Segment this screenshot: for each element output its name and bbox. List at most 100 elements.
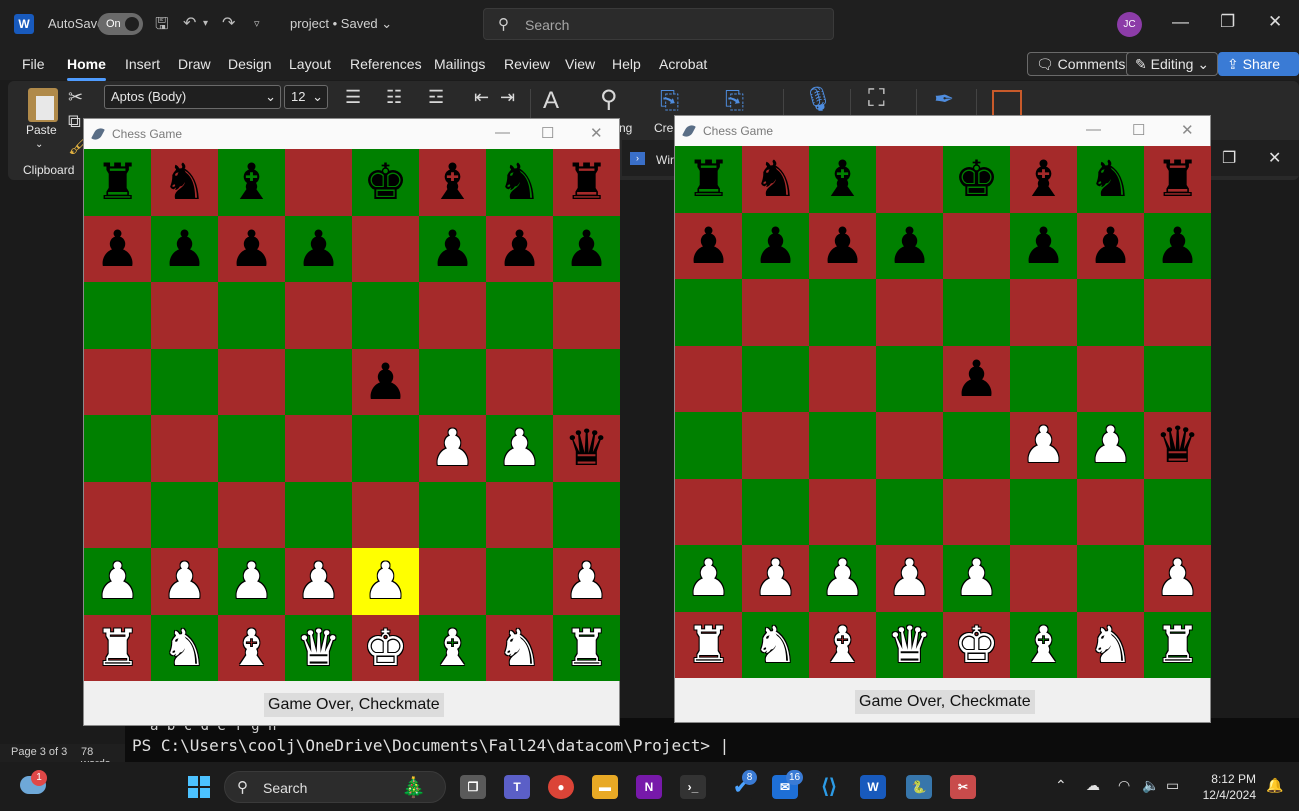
square-c5[interactable]	[218, 348, 285, 415]
square-f7[interactable]: ♟	[419, 215, 486, 282]
square-e8[interactable]: ♚	[943, 146, 1010, 213]
snipping-tool-icon[interactable]: ✂	[950, 775, 976, 799]
square-h5[interactable]	[553, 348, 620, 415]
square-b4[interactable]	[151, 415, 218, 482]
square-g6[interactable]	[1077, 279, 1144, 346]
square-b7[interactable]: ♟	[151, 215, 218, 282]
find-icon[interactable]: ⚲	[600, 85, 618, 114]
tab-insert[interactable]: Insert	[125, 56, 160, 72]
square-h4[interactable]: ♛	[1144, 412, 1211, 479]
volume-icon[interactable]: 🔈	[1142, 777, 1159, 794]
tab-view[interactable]: View	[565, 56, 595, 72]
square-e1[interactable]: ♚	[352, 614, 419, 681]
square-b8[interactable]: ♞	[742, 146, 809, 213]
square-c3[interactable]	[218, 481, 285, 548]
close-icon[interactable]: ✕	[1181, 121, 1194, 139]
square-a2[interactable]: ♟	[675, 545, 742, 612]
square-f3[interactable]	[1010, 478, 1077, 545]
maximize-icon[interactable]: ☐	[541, 124, 554, 142]
square-a6[interactable]	[675, 279, 742, 346]
square-a3[interactable]	[84, 481, 151, 548]
customize-toolbar-icon[interactable]: ▿	[254, 17, 260, 30]
redo-icon[interactable]: ↷	[222, 13, 235, 33]
square-f6[interactable]	[419, 282, 486, 349]
square-d8[interactable]	[876, 146, 943, 213]
square-e3[interactable]	[943, 478, 1010, 545]
dictate-microphone-icon[interactable]: 🎙	[803, 85, 833, 114]
square-c5[interactable]	[809, 345, 876, 412]
square-f4[interactable]: ♟	[419, 415, 486, 482]
square-b6[interactable]	[742, 279, 809, 346]
square-h7[interactable]: ♟	[1144, 212, 1211, 279]
tab-home[interactable]: Home	[67, 56, 106, 81]
share-pdf-icon[interactable]: ⎘	[725, 87, 744, 115]
chrome-icon[interactable]: ●	[548, 775, 574, 799]
square-b7[interactable]: ♟	[742, 212, 809, 279]
undo-dropdown-icon[interactable]: ▾	[203, 18, 208, 29]
square-c7[interactable]: ♟	[218, 215, 285, 282]
editor-icon[interactable]: ✒	[934, 85, 954, 114]
square-d7[interactable]: ♟	[285, 215, 352, 282]
tab-references[interactable]: References	[350, 56, 422, 72]
square-c2[interactable]: ♟	[809, 545, 876, 612]
python-icon[interactable]: 🐍	[906, 775, 932, 799]
square-e1[interactable]: ♚	[943, 611, 1010, 678]
square-g8[interactable]: ♞	[486, 149, 553, 216]
square-d2[interactable]: ♟	[285, 548, 352, 615]
square-g8[interactable]: ♞	[1077, 146, 1144, 213]
minimize-icon[interactable]: —	[495, 124, 510, 141]
square-h6[interactable]	[553, 282, 620, 349]
square-e6[interactable]	[943, 279, 1010, 346]
square-a7[interactable]: ♟	[84, 215, 151, 282]
square-e3[interactable]	[352, 481, 419, 548]
square-g2[interactable]	[1077, 545, 1144, 612]
battery-icon[interactable]: ▭	[1166, 777, 1179, 794]
square-d4[interactable]	[285, 415, 352, 482]
teams-icon[interactable]: T	[504, 775, 530, 799]
square-f2[interactable]	[419, 548, 486, 615]
editing-mode-button[interactable]: ✎ Editing ⌄	[1126, 52, 1219, 76]
square-d7[interactable]: ♟	[876, 212, 943, 279]
taskbar-search[interactable]: ⚲ Search 🎄	[224, 771, 446, 803]
square-a7[interactable]: ♟	[675, 212, 742, 279]
square-g4[interactable]: ♟	[486, 415, 553, 482]
square-f8[interactable]: ♝	[419, 149, 486, 216]
square-c8[interactable]: ♝	[809, 146, 876, 213]
chess-window-titlebar[interactable]: Chess Game — ☐ ✕	[675, 116, 1210, 146]
square-d4[interactable]	[876, 412, 943, 479]
square-f6[interactable]	[1010, 279, 1077, 346]
square-c6[interactable]	[218, 282, 285, 349]
close-icon[interactable]: ✕	[1268, 12, 1282, 32]
font-name-select[interactable]: Aptos (Body) ⌄	[104, 85, 281, 109]
square-b3[interactable]	[151, 481, 218, 548]
square-g4[interactable]: ♟	[1077, 412, 1144, 479]
square-e5[interactable]: ♟	[943, 345, 1010, 412]
cloud-icon[interactable]: ☁	[1086, 777, 1100, 794]
square-a3[interactable]	[675, 478, 742, 545]
square-a5[interactable]	[84, 348, 151, 415]
show-hidden-icons-icon[interactable]: ⌃	[1055, 777, 1067, 794]
square-f4[interactable]: ♟	[1010, 412, 1077, 479]
square-g2[interactable]	[486, 548, 553, 615]
square-h2[interactable]: ♟	[553, 548, 620, 615]
square-a8[interactable]: ♜	[675, 146, 742, 213]
square-e8[interactable]: ♚	[352, 149, 419, 216]
minimize-icon[interactable]: —	[1172, 12, 1189, 32]
square-d6[interactable]	[876, 279, 943, 346]
square-d3[interactable]	[285, 481, 352, 548]
tab-mailings[interactable]: Mailings	[434, 56, 485, 72]
word-taskbar-icon[interactable]: W	[860, 775, 886, 799]
notification-bell-icon[interactable]: 🔔	[1266, 777, 1283, 794]
square-a2[interactable]: ♟	[84, 548, 151, 615]
square-h4[interactable]: ♛	[553, 415, 620, 482]
square-h7[interactable]: ♟	[553, 215, 620, 282]
maximize-icon[interactable]: ☐	[1132, 121, 1145, 139]
square-c1[interactable]: ♝	[218, 614, 285, 681]
square-a5[interactable]	[675, 345, 742, 412]
page-count[interactable]: Page 3 of 3	[11, 746, 67, 758]
square-e7[interactable]	[943, 212, 1010, 279]
square-e4[interactable]	[352, 415, 419, 482]
copy-icon[interactable]: ⧉	[68, 111, 81, 132]
square-g1[interactable]: ♞	[486, 614, 553, 681]
square-a8[interactable]: ♜	[84, 149, 151, 216]
